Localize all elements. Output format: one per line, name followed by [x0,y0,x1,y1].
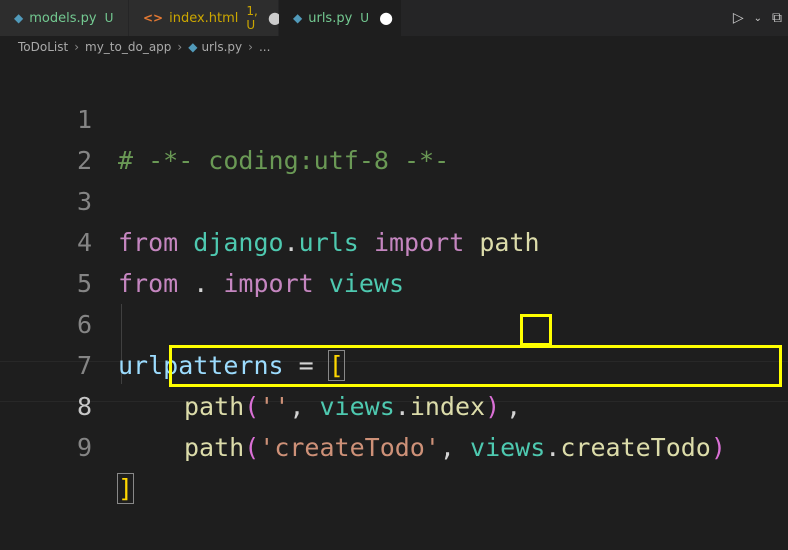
paren-token: ( [244,433,260,462]
code-line[interactable]: 4 from . import views [0,181,788,298]
string-token: 'createTodo' [259,433,440,462]
html-file-icon: <> [143,11,164,25]
tab-label: urls.py [308,10,353,26]
breadcrumb-item[interactable]: urls.py [201,40,242,54]
code-line[interactable]: 5 [0,222,788,298]
python-file-icon: ◆ [14,11,24,25]
python-file-icon: ◆ [293,11,303,25]
tab-label: models.py [29,10,97,26]
code-line[interactable]: 9 ] [0,386,788,504]
git-status: U [360,11,370,25]
code-line[interactable]: 3 from django.urls import path [0,140,788,257]
git-status: 1, U [246,4,258,32]
chevron-right-icon: › [74,40,80,54]
bracket-token: ] [116,473,135,504]
highlight-box-comma [520,314,552,346]
code-line[interactable]: 1 # -*- coding:utf-8 -*- [0,58,788,175]
code-line[interactable]: 7 path('', views.index), [0,304,788,421]
editor-actions: ▷ ⌄ ⧉ [733,0,782,36]
tab-label: index.html [169,10,239,26]
tab-index-html[interactable]: <> index.html 1, U ● [128,0,282,36]
compare-changes-icon[interactable]: ⧉ [772,10,782,26]
code-line[interactable]: 6 urlpatterns = [ [0,263,788,381]
chevron-right-icon: › [177,40,183,54]
chevron-down-icon[interactable]: ⌄ [754,13,762,24]
breadcrumb-item[interactable]: ToDoList [18,40,68,54]
comma-token: , [439,433,471,462]
function-token: createTodo [560,433,711,462]
highlight-box-new-path [169,345,782,387]
git-status: U [104,11,114,25]
run-icon[interactable]: ▷ [733,10,744,26]
chevron-right-icon: › [248,40,253,54]
paren-token: ) [710,433,726,462]
editor-tab-bar: ◆ models.py U <> index.html 1, U ● ◆ url… [0,0,788,36]
breadcrumb-item[interactable]: my_to_do_app [85,40,171,54]
unsaved-dot-icon[interactable]: ● [379,10,393,26]
tab-urls-py[interactable]: ◆ urls.py U ● [279,0,401,36]
python-file-icon: ◆ [188,40,198,54]
breadcrumb-item[interactable]: ... [259,40,270,54]
breadcrumb: ToDoList › my_to_do_app › ◆ urls.py › ..… [0,36,788,58]
tab-models-py[interactable]: ◆ models.py U [0,0,128,36]
code-line[interactable]: 2 [0,99,788,175]
line-number: 9 [76,433,92,462]
module-token: views [470,433,546,462]
function-token: path [184,433,245,462]
dot-token: . [545,433,561,462]
